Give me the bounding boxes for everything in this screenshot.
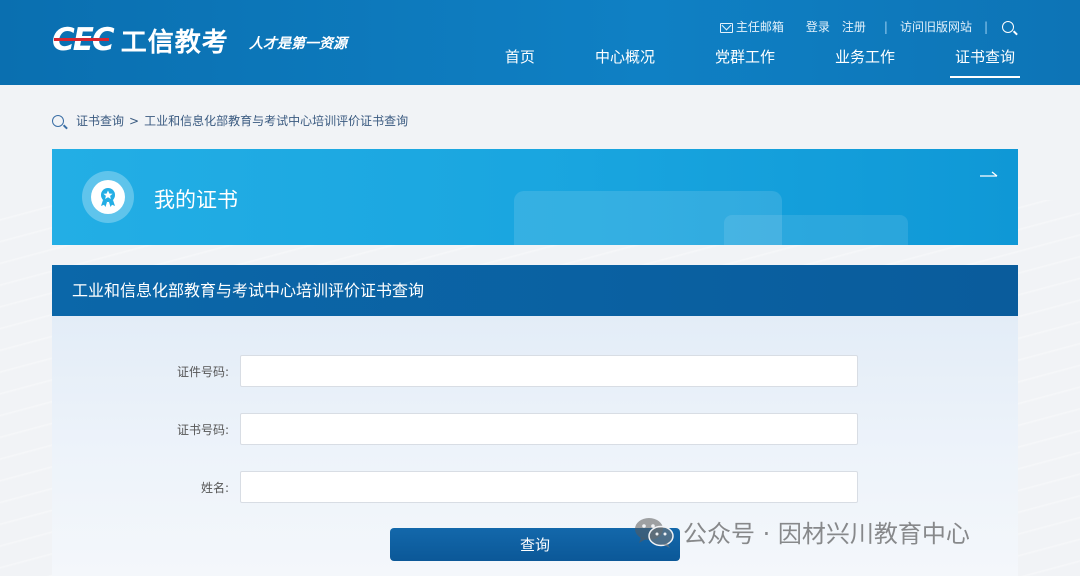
banner-title: 我的证书 <box>154 188 238 212</box>
search-icon <box>52 114 64 127</box>
nav-party-work[interactable]: 党群工作 <box>710 46 780 77</box>
old-site-link[interactable]: 访问旧版网站 <box>900 18 972 35</box>
breadcrumb: 证书查询 > 工业和信息化部教育与考试中心培训评价证书查询 <box>52 112 408 129</box>
name-label: 姓名: <box>200 481 229 495</box>
breadcrumb-current[interactable]: 工业和信息化部教育与考试中心培训评价证书查询 <box>144 112 408 129</box>
id-number-label: 证件号码: <box>176 365 229 379</box>
nav-business-work[interactable]: 业务工作 <box>830 46 900 77</box>
main-nav: 首页 中心概况 党群工作 业务工作 证书查询 <box>500 46 1021 78</box>
site-logo[interactable]: CEC 工信教考 <box>52 22 229 58</box>
certificate-number-input[interactable] <box>240 413 858 445</box>
watermark-text: 公众号 · 因材兴川教育中心 <box>683 520 970 548</box>
name-input[interactable] <box>240 471 858 503</box>
arrow-right-icon[interactable] <box>980 169 998 179</box>
nav-home[interactable]: 首页 <box>500 46 540 77</box>
breadcrumb-root[interactable]: 证书查询 <box>76 112 124 129</box>
panel-heading: 工业和信息化部教育与考试中心培训评价证书查询 <box>52 265 1018 316</box>
slogan: 人才是第一资源 <box>249 36 347 52</box>
wechat-icon <box>635 517 674 548</box>
certificate-number-label: 证书号码: <box>176 423 229 437</box>
logo-text: 工信教考 <box>120 27 229 58</box>
mail-icon <box>719 22 733 33</box>
my-certificate-banner: 我的证书 <box>52 149 1018 245</box>
login-link[interactable]: 登录 <box>806 18 830 35</box>
wechat-watermark: 公众号 · 因材兴川教育中心 <box>633 514 970 549</box>
register-link[interactable]: 注册 <box>842 18 866 35</box>
nav-certificate-query[interactable]: 证书查询 <box>949 46 1021 78</box>
site-header: CEC 工信教考 人才是第一资源 主任邮箱 登录 注册 | 访问旧版网站 | 首… <box>0 0 1080 85</box>
cec-logo-mark: CEC <box>52 22 115 58</box>
breadcrumb-separator: > <box>129 113 140 128</box>
top-links: 主任邮箱 登录 注册 | 访问旧版网站 | <box>719 18 1014 35</box>
nav-center-overview[interactable]: 中心概况 <box>590 46 660 77</box>
id-number-row: 证件号码: <box>52 355 1018 387</box>
top-links-divider: | <box>983 19 988 34</box>
banner-decor <box>724 215 908 245</box>
certificate-badge-icon <box>82 171 134 223</box>
id-number-input[interactable] <box>240 355 858 387</box>
name-row: 姓名: <box>52 471 1018 503</box>
top-links-divider: | <box>883 19 888 34</box>
search-icon[interactable] <box>1002 20 1014 33</box>
certificate-number-row: 证书号码: <box>52 413 1018 445</box>
director-mailbox-link[interactable]: 主任邮箱 <box>736 18 784 35</box>
